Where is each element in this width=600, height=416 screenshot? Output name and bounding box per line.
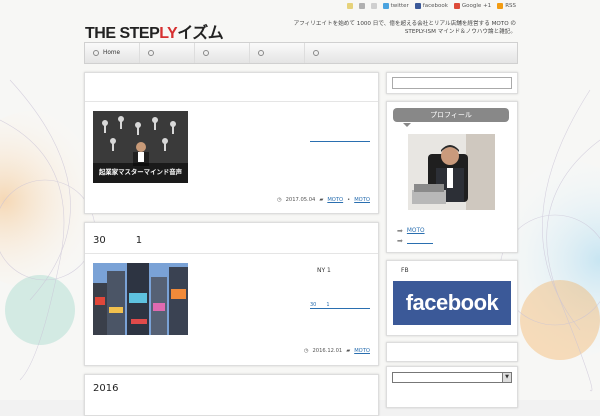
post-card-header bbox=[85, 73, 378, 102]
profile-link-1[interactable]: ➡ MOTO bbox=[397, 227, 435, 235]
nav-item-5[interactable] bbox=[305, 43, 359, 63]
arrow-right-icon: ➡ bbox=[397, 227, 403, 235]
profile-photo bbox=[408, 134, 495, 210]
site-tagline: アフィリエイトを始めて 1000 日で、億を超える会社とリアル店舗を経営する M… bbox=[293, 21, 516, 35]
post-date: 2017.05.04 bbox=[285, 197, 316, 203]
sidebar-widget-empty bbox=[386, 342, 518, 362]
nav-bullet-icon bbox=[148, 50, 154, 56]
search-widget bbox=[386, 72, 518, 94]
nav-bullet-icon bbox=[203, 50, 209, 56]
post-thumbnail[interactable] bbox=[93, 263, 188, 335]
social-links: twitter facebook Google +1 RSS bbox=[346, 3, 516, 9]
logo-text-red: LY bbox=[159, 25, 178, 42]
post-meta: ◷ 2017.05.04 ▰ MOTO • MOTO bbox=[277, 197, 370, 203]
nav-item-home[interactable]: Home bbox=[85, 43, 140, 63]
nav-bullet-icon bbox=[93, 50, 99, 56]
person-icon[interactable] bbox=[358, 3, 365, 9]
category-link[interactable]: MOTO bbox=[354, 197, 370, 203]
post-excerpt: NY 1 bbox=[317, 267, 331, 274]
profile-title: プロフィール bbox=[393, 108, 509, 127]
category-link[interactable]: MOTO bbox=[354, 348, 370, 354]
folder-icon: ▰ bbox=[346, 348, 351, 354]
nav-item-4[interactable] bbox=[250, 43, 305, 63]
post-title[interactable]: 30 1 bbox=[93, 231, 142, 246]
facebook-widget-title: FB bbox=[401, 267, 409, 274]
profile-link-2[interactable]: ➡ bbox=[397, 237, 433, 245]
logo-text-rest: イズム bbox=[177, 25, 224, 42]
logo-text-dark: THE STEP bbox=[85, 25, 160, 42]
post-card-3: 2016 bbox=[84, 374, 379, 416]
thumbnail-caption: 起業家マスターマインド音声 bbox=[98, 168, 183, 176]
chevron-down-icon: ▼ bbox=[502, 373, 511, 382]
main-nav: Home bbox=[84, 42, 518, 64]
rss-link[interactable]: RSS bbox=[497, 3, 516, 9]
times-square-photo bbox=[93, 263, 188, 335]
mail-icon[interactable] bbox=[370, 3, 377, 9]
archive-widget: ▼ bbox=[386, 366, 518, 408]
post-card-header: 30 1 bbox=[85, 223, 378, 254]
folder-icon: ▰ bbox=[319, 197, 324, 203]
search-input[interactable] bbox=[392, 77, 512, 89]
read-more-link[interactable] bbox=[310, 136, 370, 142]
post-thumbnail[interactable]: 起業家マスターマインド音声 bbox=[93, 111, 188, 183]
clock-icon: ◷ bbox=[303, 348, 309, 354]
twitter-icon bbox=[382, 3, 389, 9]
rss-icon bbox=[497, 3, 504, 9]
arrow-right-icon: ➡ bbox=[397, 237, 403, 245]
facebook-banner[interactable]: facebook bbox=[393, 281, 511, 325]
facebook-widget: FB facebook bbox=[386, 260, 518, 336]
nav-bullet-icon bbox=[313, 50, 319, 56]
category-link[interactable]: MOTO bbox=[327, 197, 343, 203]
google-plus-link[interactable]: Google +1 bbox=[453, 3, 491, 9]
profile-widget: プロフィール ➡ MOTO ➡ bbox=[386, 101, 518, 253]
google-plus-icon bbox=[453, 3, 460, 9]
nav-item-3[interactable] bbox=[195, 43, 250, 63]
post-title[interactable]: 2016 bbox=[93, 383, 118, 394]
read-more-link[interactable]: 30 1 bbox=[310, 301, 370, 309]
archive-select[interactable]: ▼ bbox=[392, 372, 512, 383]
site-logo[interactable]: THE STEPLYイズム bbox=[85, 19, 224, 43]
pencil-icon[interactable] bbox=[346, 3, 353, 9]
nav-item-2[interactable] bbox=[140, 43, 195, 63]
twitter-link[interactable]: twitter bbox=[382, 3, 409, 9]
nav-bullet-icon bbox=[258, 50, 264, 56]
facebook-link[interactable]: facebook bbox=[414, 3, 448, 9]
post-meta: ◷ 2016.12.01 ▰ MOTO bbox=[304, 348, 370, 354]
post-date: 2016.12.01 bbox=[312, 348, 343, 354]
profile-photo-art bbox=[408, 134, 495, 210]
facebook-icon bbox=[414, 3, 421, 9]
clock-icon: ◷ bbox=[277, 197, 282, 203]
post-card-2: 30 1 NY 1 30 1 ◷ 2016.12.01 ▰ MOTO bbox=[84, 222, 379, 366]
post-card-1: 起業家マスターマインド音声 ◷ 2017.05.04 ▰ MOTO • MOTO bbox=[84, 72, 379, 214]
